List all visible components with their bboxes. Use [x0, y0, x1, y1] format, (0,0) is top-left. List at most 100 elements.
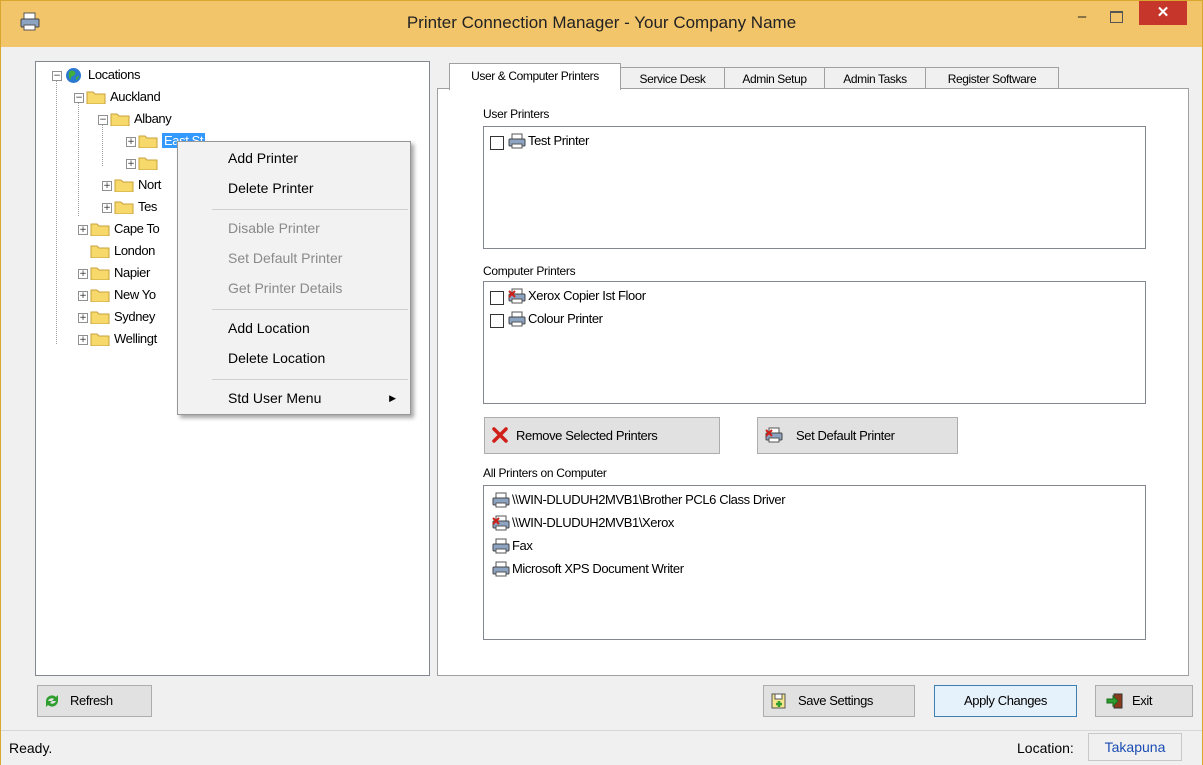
tree-node-label: Auckland	[110, 89, 161, 104]
folder-icon	[138, 135, 158, 148]
printer-icon	[508, 133, 526, 149]
menu-item-add-printer[interactable]: Add Printer	[178, 145, 410, 171]
folder-icon	[90, 289, 110, 302]
window-title: Printer Connection Manager - Your Compan…	[406, 13, 797, 32]
printer-icon	[492, 561, 510, 577]
printer-checkbox[interactable]	[490, 136, 504, 150]
expand-icon[interactable]: +	[102, 203, 112, 213]
tree-node-label: Albany	[134, 111, 172, 126]
folder-icon	[90, 333, 110, 346]
menu-item-add-location[interactable]: Add Location	[178, 315, 410, 341]
exit-door-icon	[1106, 693, 1123, 709]
collapse-icon[interactable]: −	[98, 115, 108, 125]
collapse-icon[interactable]: −	[74, 93, 84, 103]
printer-name: Microsoft XPS Document Writer	[512, 561, 684, 576]
expand-icon[interactable]: +	[102, 181, 112, 191]
status-text: Ready.	[9, 740, 53, 756]
title-bar[interactable]: Printer Connection Manager - Your Compan…	[1, 1, 1202, 47]
user-printers-list[interactable]: Test Printer	[483, 126, 1146, 249]
tab-register-software[interactable]: Register Software	[925, 67, 1059, 90]
location-label: Location:	[1017, 740, 1074, 756]
minimize-button[interactable]: –	[1069, 7, 1095, 27]
exit-button[interactable]: Exit	[1095, 685, 1193, 717]
remove-selected-printers-button[interactable]: Remove Selected Printers	[484, 417, 720, 454]
tab-content-panel: User Printers Test Printer Computer Prin…	[437, 88, 1189, 676]
tree-connector	[102, 124, 103, 166]
tree-node-label: Cape To	[114, 221, 160, 236]
expand-icon[interactable]: +	[78, 313, 88, 323]
menu-separator	[212, 209, 408, 210]
folder-icon	[90, 223, 110, 236]
printer-icon	[492, 538, 510, 554]
menu-item-delete-printer[interactable]: Delete Printer	[178, 175, 410, 201]
printer-name: Test Printer	[528, 133, 589, 148]
all-printers-label: All Printers on Computer	[483, 466, 607, 480]
printer-default-icon	[765, 427, 783, 443]
expand-icon[interactable]: +	[78, 335, 88, 345]
tree-node-label: Sydney	[114, 309, 155, 324]
tree-node-label: London	[114, 243, 155, 258]
maximize-button[interactable]	[1103, 7, 1129, 27]
expand-icon[interactable]: +	[78, 269, 88, 279]
tree-root-label: Locations	[88, 67, 141, 82]
app-window: Printer Connection Manager - Your Compan…	[0, 0, 1203, 765]
menu-item-std-user-menu[interactable]: Std User Menu ▶	[178, 385, 410, 411]
folder-icon	[90, 311, 110, 324]
tree-connector	[56, 80, 57, 344]
set-default-printer-button[interactable]: Set Default Printer	[757, 417, 958, 454]
tab-admin-setup[interactable]: Admin Setup	[724, 67, 825, 90]
folder-icon	[90, 245, 110, 258]
menu-separator	[212, 309, 408, 310]
printer-name: Colour Printer	[528, 311, 603, 326]
maximize-icon	[1110, 11, 1123, 23]
folder-icon	[110, 113, 130, 126]
refresh-icon	[46, 695, 58, 707]
computer-printers-label: Computer Printers	[483, 264, 576, 278]
folder-icon	[90, 267, 110, 280]
printer-default-icon	[508, 288, 526, 304]
apply-changes-button[interactable]: Apply Changes	[934, 685, 1077, 717]
printer-checkbox[interactable]	[490, 291, 504, 305]
globe-icon	[66, 68, 81, 83]
printer-name: Fax	[512, 538, 533, 553]
refresh-button[interactable]: Refresh	[37, 685, 152, 717]
close-button[interactable]: ✕	[1139, 1, 1187, 25]
printer-icon	[492, 492, 510, 508]
user-printers-label: User Printers	[483, 107, 550, 121]
menu-item-delete-location[interactable]: Delete Location	[178, 345, 410, 371]
context-menu[interactable]: Add Printer Delete Printer Disable Print…	[177, 141, 411, 415]
tree-node-label: Nort	[138, 177, 161, 192]
location-value: Takapuna	[1088, 733, 1182, 761]
all-printers-list[interactable]: \\WIN-DLUDUH2MVB1\Brother PCL6 Class Dri…	[483, 485, 1146, 640]
printer-name: Xerox Copier Ist Floor	[528, 288, 646, 303]
printer-name: \\WIN-DLUDUH2MVB1\Xerox	[512, 515, 674, 530]
collapse-icon[interactable]: −	[52, 71, 62, 81]
folder-icon	[138, 157, 158, 170]
delete-x-icon	[492, 427, 508, 443]
folder-icon	[114, 179, 134, 192]
tree-connector	[78, 102, 79, 216]
printer-name: \\WIN-DLUDUH2MVB1\Brother PCL6 Class Dri…	[512, 492, 786, 507]
expand-icon[interactable]: +	[126, 137, 136, 147]
menu-item-get-printer-details: Get Printer Details	[228, 280, 343, 296]
submenu-arrow-icon: ▶	[389, 393, 396, 403]
tree-node-label: New Yo	[114, 287, 156, 302]
status-bar: Ready. Location: Takapuna	[1, 730, 1202, 765]
folder-icon	[114, 201, 134, 214]
computer-printers-list[interactable]: Xerox Copier Ist Floor Colour Printer	[483, 281, 1146, 404]
tab-user-computer-printers[interactable]: User & Computer Printers	[449, 63, 621, 90]
menu-item-disable-printer: Disable Printer	[228, 220, 320, 236]
menu-item-set-default-printer: Set Default Printer	[228, 250, 343, 266]
tab-admin-tasks[interactable]: Admin Tasks	[824, 67, 926, 90]
printer-checkbox[interactable]	[490, 314, 504, 328]
menu-separator	[212, 379, 408, 380]
save-settings-button[interactable]: Save Settings	[763, 685, 915, 717]
printer-icon	[508, 311, 526, 327]
tree-node-label: Tes	[138, 199, 158, 214]
expand-icon[interactable]: +	[78, 225, 88, 235]
expand-icon[interactable]: +	[126, 159, 136, 169]
expand-icon[interactable]: +	[78, 291, 88, 301]
folder-icon	[86, 91, 106, 104]
save-settings-icon	[771, 693, 786, 709]
tab-service-desk[interactable]: Service Desk	[620, 67, 725, 90]
